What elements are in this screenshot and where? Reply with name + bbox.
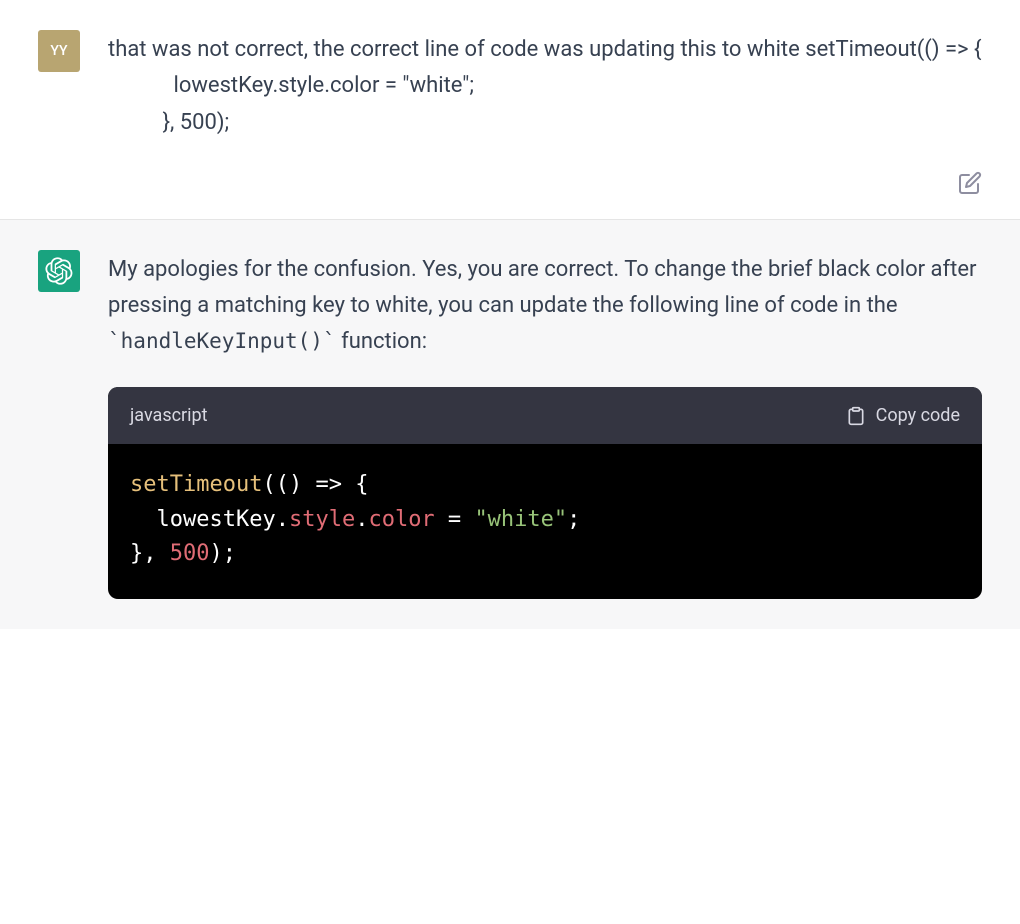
code-block-body: setTimeout(() => { lowestKey.style.color… [108, 444, 982, 598]
copy-code-label: Copy code [876, 401, 960, 431]
edit-action-row [0, 171, 1020, 219]
openai-logo-icon [45, 257, 73, 285]
assistant-avatar [38, 250, 80, 292]
inline-code: `handleKeyInput()` [108, 329, 336, 353]
user-avatar-initials: YY [50, 43, 67, 59]
assistant-response-suffix: function: [336, 329, 427, 354]
user-message: YY that was not correct, the correct lin… [0, 0, 1020, 171]
user-avatar: YY [38, 30, 80, 72]
copy-code-button[interactable]: Copy code [846, 401, 960, 431]
assistant-message-content: My apologies for the confusion. Yes, you… [108, 250, 982, 599]
assistant-response-prefix: My apologies for the confusion. Yes, you… [108, 257, 976, 318]
code-block-header: javascript Copy code [108, 387, 982, 445]
clipboard-icon [846, 406, 866, 426]
code-block: javascript Copy code setTimeout(() => { … [108, 387, 982, 599]
assistant-response-text: My apologies for the confusion. Yes, you… [108, 252, 982, 361]
code-language-label: javascript [130, 401, 208, 431]
assistant-message: My apologies for the confusion. Yes, you… [0, 219, 1020, 629]
user-message-content: that was not correct, the correct line o… [108, 30, 982, 141]
edit-icon[interactable] [958, 171, 982, 195]
user-message-text: that was not correct, the correct line o… [108, 32, 982, 141]
